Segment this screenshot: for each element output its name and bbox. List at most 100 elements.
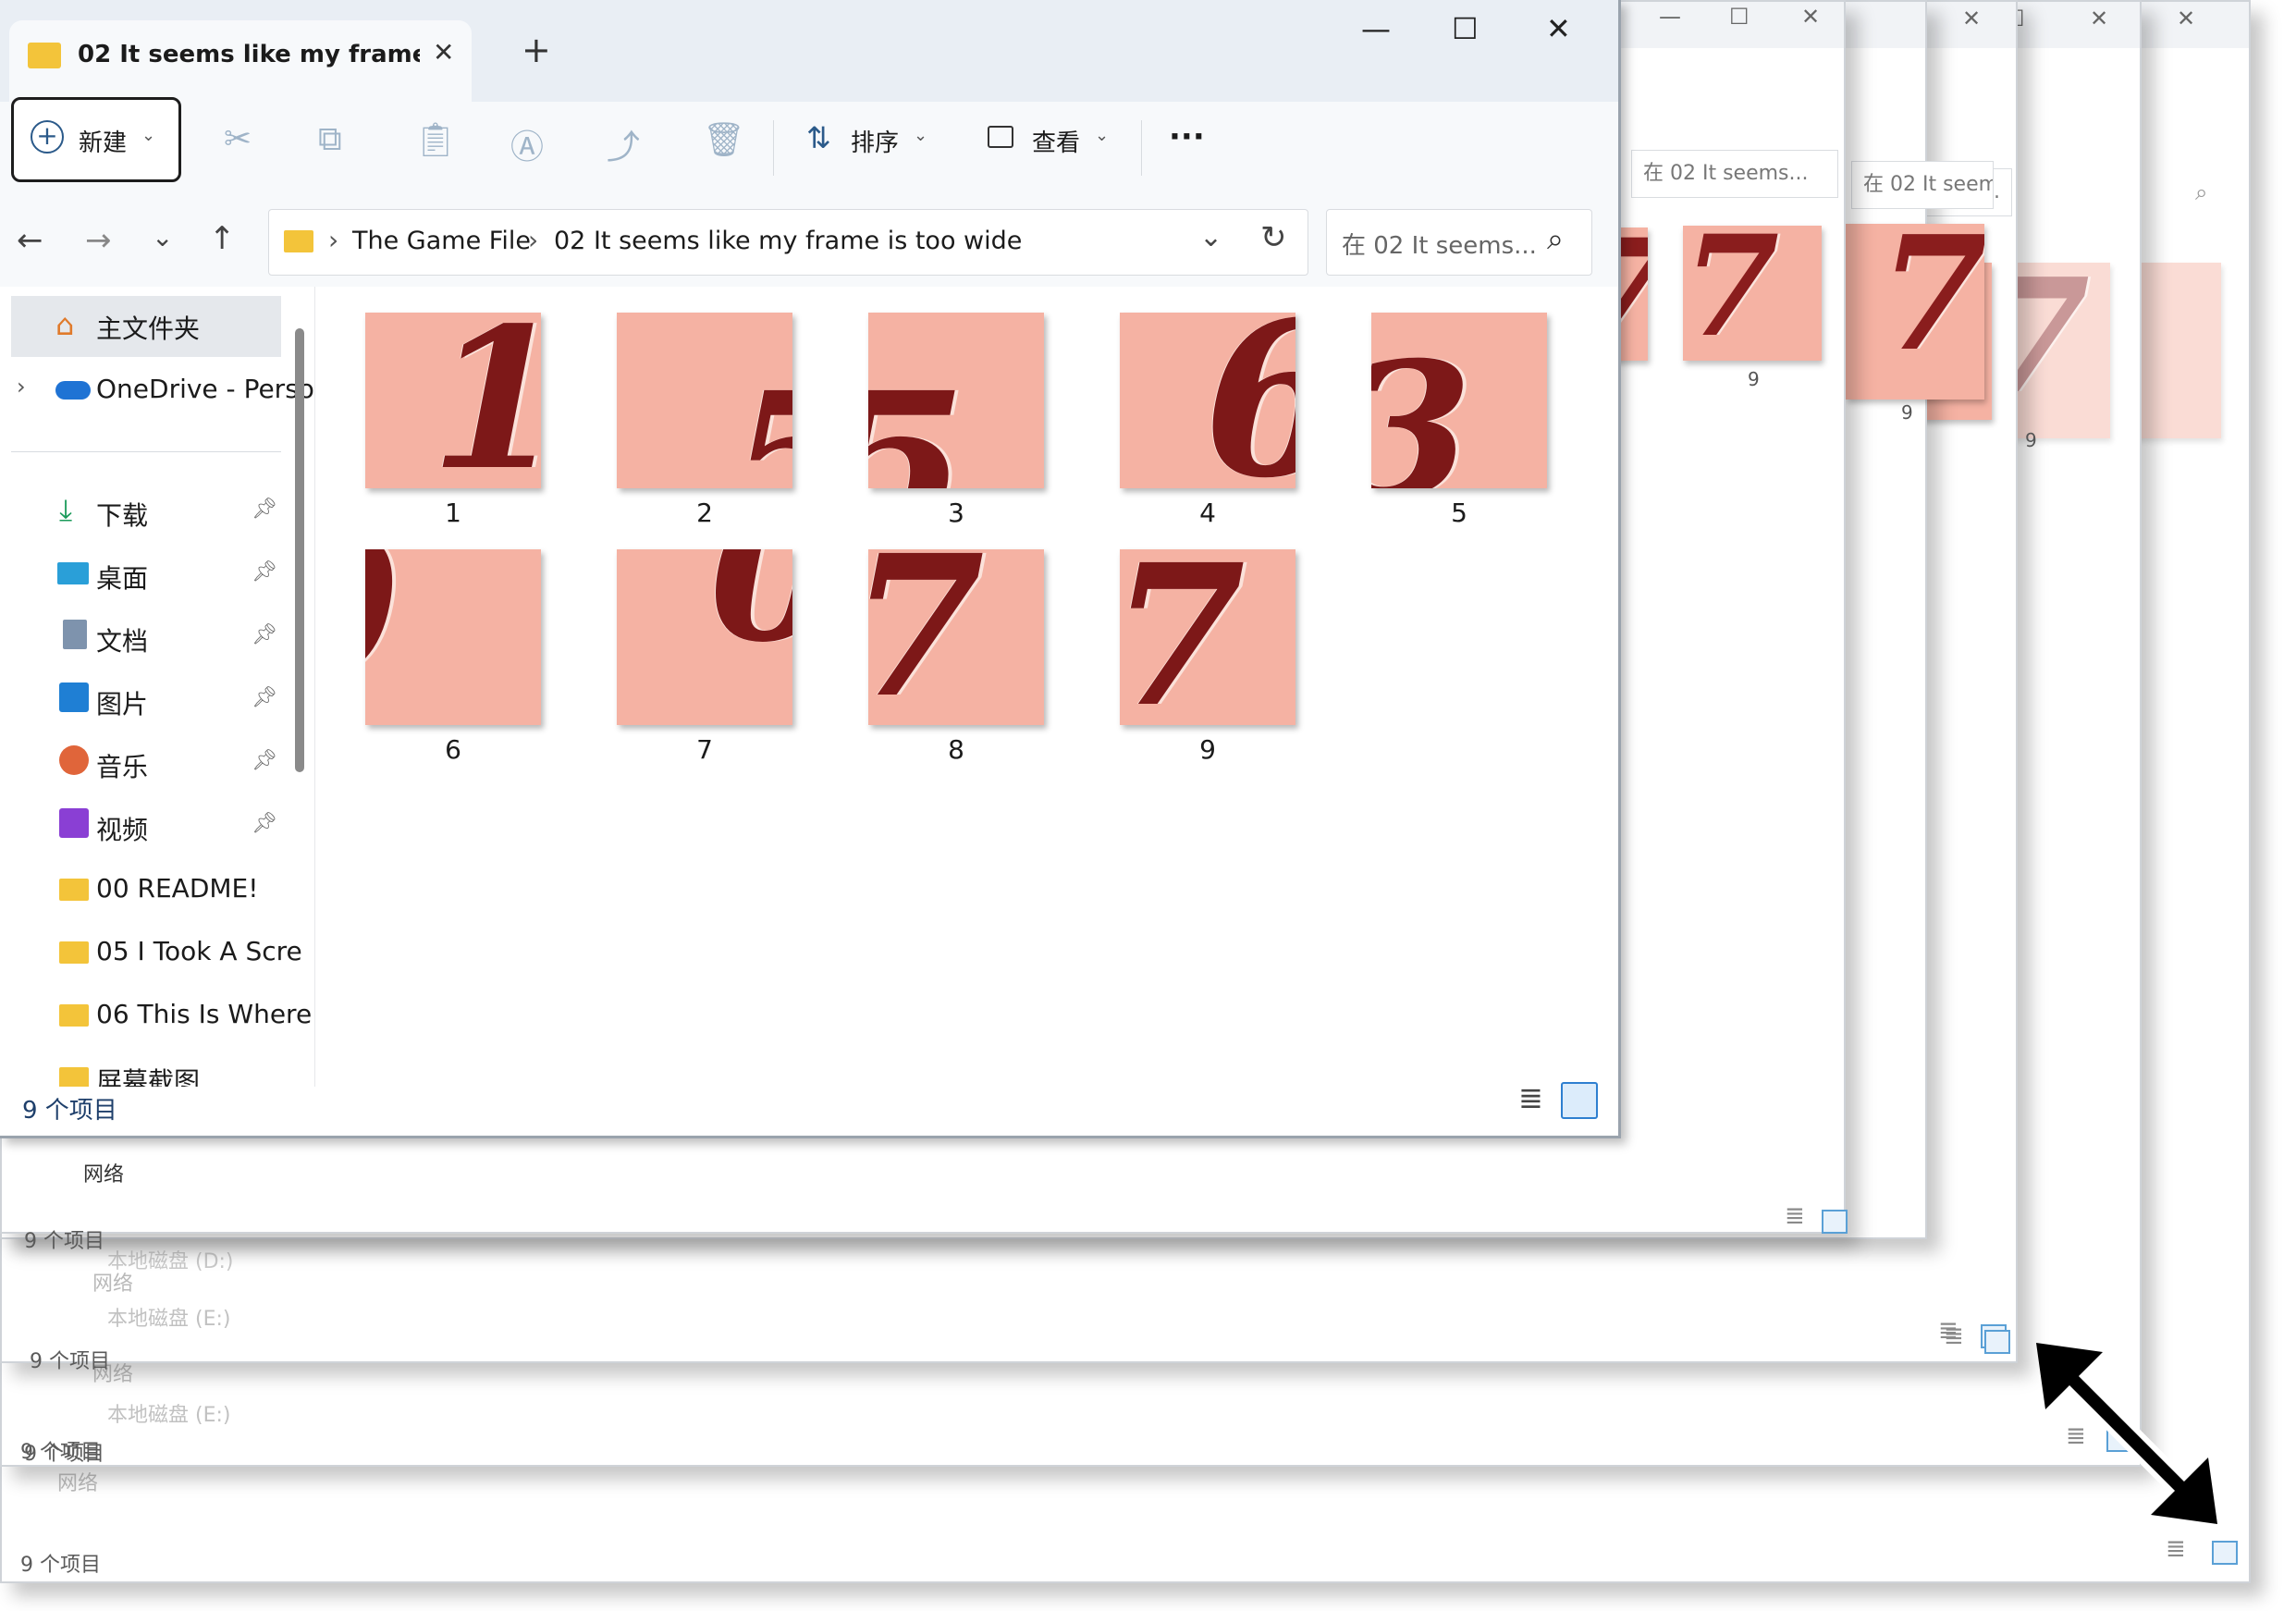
close-icon: ✕ [2177, 6, 2196, 31]
ghost-status: 9 个项目 [24, 1230, 104, 1253]
file-thumbnail: 5 [868, 313, 1044, 488]
ghost-status: 9 个项目 [24, 1443, 104, 1466]
expand-chevron-icon[interactable]: › [17, 374, 26, 400]
sidebar-item-folder[interactable]: 屏幕截图 [0, 1049, 287, 1087]
folder-icon [59, 879, 89, 901]
file-item[interactable]: 06 [365, 549, 541, 781]
address-dropdown-chevron-icon[interactable]: ⌄ [1199, 221, 1222, 253]
sidebar-item-label: 屏幕截图 [96, 1066, 201, 1087]
ghost-nav-network: 网络 [57, 1472, 99, 1495]
ghost-thumbnail: 7 [1683, 226, 1822, 361]
breadcrumb-current-folder[interactable]: 02 It seems like my frame is too wide [554, 227, 1022, 255]
sidebar-item-label: 06 This Is Where [96, 999, 313, 1029]
sidebar-item-onedrive[interactable]: › OneDrive - Perso [0, 361, 314, 422]
file-name-label: 1 [445, 498, 461, 528]
sort-label: 排序 [851, 129, 900, 157]
maximize-icon: ☐ [1729, 4, 1750, 30]
file-name-label: 5 [1451, 498, 1467, 528]
refresh-icon[interactable]: ↻ [1260, 219, 1287, 256]
file-item[interactable]: 53 [868, 313, 1044, 544]
new-button-label: 新建 [79, 129, 128, 157]
thumbnail-digit: 3 [1371, 322, 1472, 488]
folder-icon [59, 1067, 89, 1087]
ghost-search-box: 在 02 It seems... [1631, 150, 1838, 198]
copy-icon[interactable]: ⧉ [318, 120, 342, 159]
new-tab-button[interactable]: + [522, 30, 551, 70]
search-box[interactable]: 在 02 It seems... ⌕ [1326, 209, 1592, 276]
sidebar-item-home[interactable]: ⌂ 主文件夹 [11, 296, 281, 357]
sidebar-item-documents[interactable]: 文档 📌︎ [0, 609, 287, 670]
view-button[interactable]: 查看 ⌄ [984, 120, 1123, 176]
home-icon: ⌂ [55, 307, 75, 342]
large-icons-view-icon[interactable] [1561, 1082, 1598, 1119]
ghost-search-box: 在 02 It seems... [1851, 161, 1994, 209]
chevron-down-icon: ⌄ [914, 126, 928, 145]
resize-diagonal-arrow-icon [2036, 1343, 2217, 1524]
breadcrumb-the-game-file[interactable]: The Game File [352, 227, 531, 255]
file-thumbnail: 1 [365, 313, 541, 488]
sidebar-item-folder[interactable]: 00 README! [0, 860, 287, 921]
file-item[interactable]: 64 [1120, 313, 1295, 544]
address-bar[interactable]: › The Game File › 02 It seems like my fr… [268, 209, 1308, 276]
close-icon: ✕ [2090, 6, 2109, 31]
ghost-nav-drive-e: 本地磁盘 (E:) [107, 1308, 231, 1331]
details-view-icon[interactable]: ≣ [1518, 1080, 1543, 1115]
sidebar-item-downloads[interactable]: ⤓ 下载 📌︎ [0, 483, 287, 544]
close-button[interactable]: ✕ [1546, 11, 1571, 46]
view-label: 查看 [1032, 129, 1081, 157]
new-button[interactable]: + 新建 ⌄ [11, 97, 181, 182]
navigation-pane: ⌂ 主文件夹 › OneDrive - Perso ⤓ 下载 📌︎ 桌面 📌︎ … [0, 287, 314, 1087]
recent-locations-chevron-icon[interactable]: ⌄ [152, 222, 173, 252]
tab-title: 02 It seems like my frame is to [78, 41, 420, 68]
sidebar-item-folder[interactable]: 05 I Took A Scre [0, 923, 302, 984]
sidebar-item-music[interactable]: 音乐 📌︎ [0, 734, 287, 795]
up-arrow-icon[interactable]: ↑ [209, 220, 236, 257]
tab-close-button[interactable]: ✕ [433, 37, 454, 68]
sort-button[interactable]: ⇅ 排序 ⌄ [801, 120, 939, 176]
search-icon: ⌕ [2195, 179, 2208, 205]
thumbnail-digit: 7 [1879, 224, 1984, 387]
file-item[interactable]: 78 [868, 549, 1044, 781]
file-item[interactable]: 79 [1120, 549, 1295, 781]
maximize-button[interactable]: ☐ [1452, 11, 1479, 46]
more-options-button[interactable]: ··· [1169, 118, 1205, 155]
nav-pane-scrollbar[interactable] [295, 328, 304, 772]
file-name-label: 2 [696, 498, 713, 528]
delete-icon[interactable]: 🗑︎ [703, 120, 745, 159]
share-icon[interactable]: ⤴ [607, 120, 640, 168]
pin-icon: 📌︎ [252, 623, 277, 646]
cut-icon[interactable]: ✂ [224, 120, 252, 158]
sidebar-item-label: 主文件夹 [96, 314, 201, 344]
sidebar-item-label: 视频 [96, 815, 149, 845]
sidebar-item-pictures[interactable]: 图片 📌︎ [0, 671, 287, 732]
back-arrow-icon[interactable]: ← [17, 222, 43, 259]
rename-icon[interactable]: Ⓐ [510, 120, 544, 168]
file-explorer-window: 02 It seems like my frame is to ✕ + — ☐ … [0, 0, 1621, 1138]
sidebar-item-desktop[interactable]: 桌面 📌︎ [0, 546, 287, 607]
sidebar-item-label: 00 README! [96, 873, 259, 904]
folder-icon [59, 1004, 89, 1027]
ghost-status: 9 个项目 [20, 1554, 101, 1577]
ghost-nav-drive-e: 本地磁盘 (E:) [107, 1404, 231, 1427]
paste-icon[interactable]: 📋︎ [414, 120, 457, 159]
file-item[interactable]: 52 [617, 313, 792, 544]
status-item-count: 9 个项目 [22, 1097, 117, 1125]
tab-current-folder[interactable]: 02 It seems like my frame is to ✕ [9, 20, 472, 102]
view-icon [988, 126, 1013, 148]
forward-arrow-icon[interactable]: → [85, 222, 112, 259]
file-item[interactable]: 07 [617, 549, 792, 781]
file-thumbnail: 7 [1120, 549, 1295, 725]
details-view-icon: ≣ [1785, 1202, 1805, 1230]
thumbnail-digit: 7 [1683, 226, 1780, 361]
file-item[interactable]: 11 [365, 313, 541, 544]
ghost-thumbnail: 7 [1846, 224, 1984, 400]
file-item[interactable]: 35 [1371, 313, 1547, 544]
chevron-down-icon: ⌄ [1095, 126, 1110, 145]
sidebar-item-folder[interactable]: 06 This Is Where [0, 986, 312, 1047]
pin-icon: 📌︎ [252, 812, 277, 835]
minimize-button[interactable]: — [1361, 11, 1391, 46]
file-name-label: 8 [948, 734, 964, 765]
file-name-label: 3 [948, 498, 964, 528]
sidebar-item-videos[interactable]: 视频 📌︎ [0, 797, 287, 858]
toolbar-separator [1141, 120, 1142, 176]
